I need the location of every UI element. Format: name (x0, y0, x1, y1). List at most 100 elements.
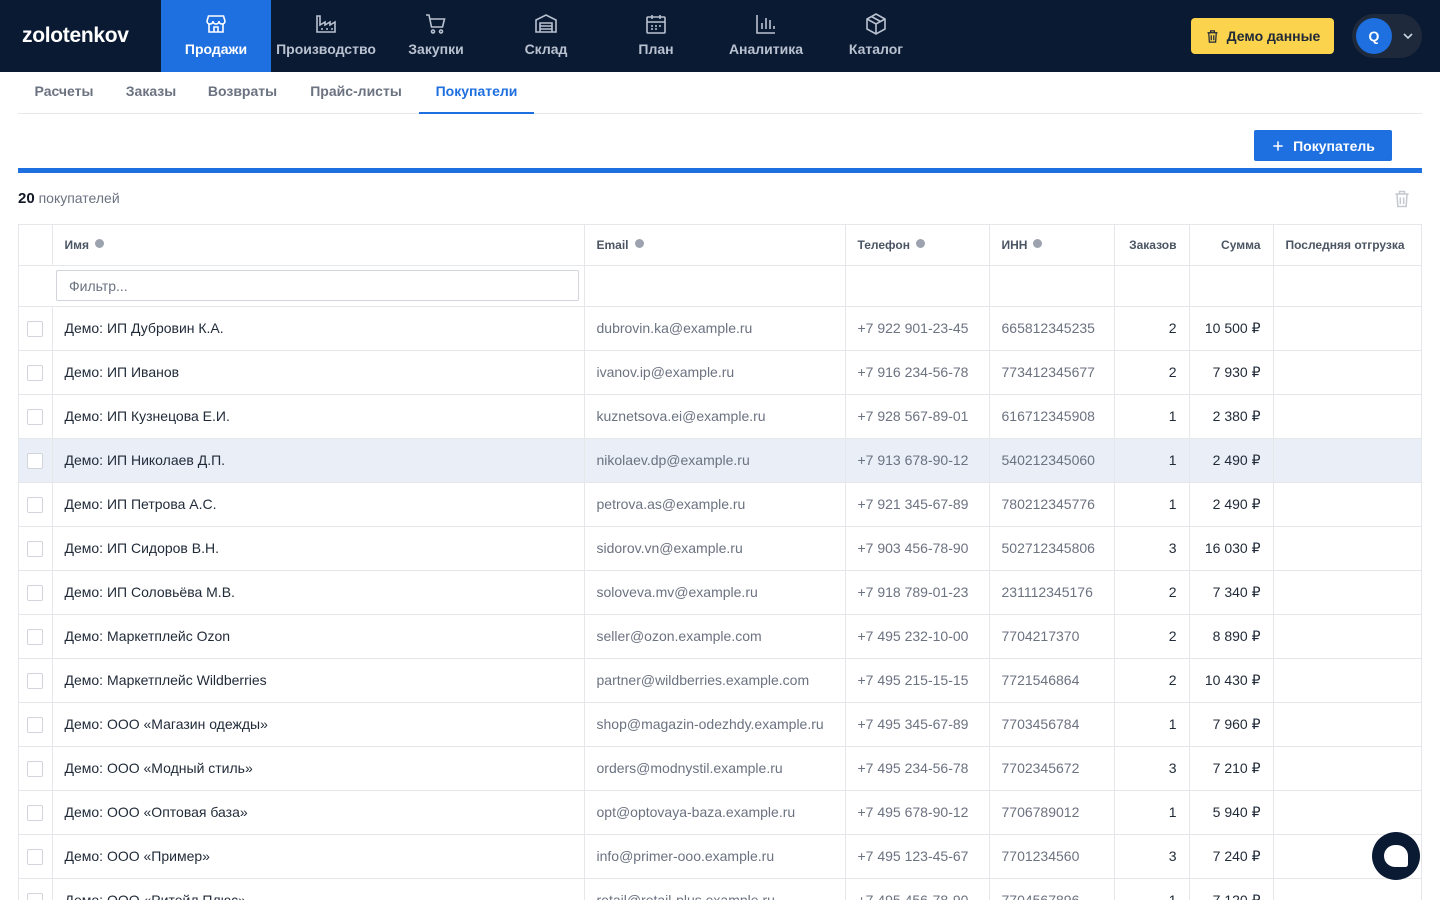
table-row[interactable]: Демо: Маркетплейс Ozon seller@ozon.exampl… (19, 614, 1421, 659)
customer-last-shipment (1273, 702, 1421, 747)
info-icon[interactable] (1033, 238, 1043, 248)
nav-item-sales[interactable]: Продажи (161, 0, 271, 72)
checkbox[interactable] (27, 364, 44, 381)
table-row[interactable]: Демо: ИП Кузнецова Е.И. kuznetsova.ei@exa… (19, 394, 1421, 439)
row-select-checkbox[interactable] (19, 834, 53, 879)
customer-email: info@primer-ooo.example.ru (584, 834, 846, 879)
customer-email: sidorov.vn@example.ru (584, 526, 846, 571)
row-select-checkbox[interactable] (19, 658, 53, 703)
customer-inn: 540212345060 (989, 438, 1115, 483)
info-icon[interactable] (915, 238, 925, 248)
row-select-checkbox[interactable] (19, 790, 53, 835)
nav-item-warehouse[interactable]: Склад (491, 0, 601, 72)
checkbox[interactable] (27, 760, 44, 777)
nav-item-production[interactable]: Производство (271, 0, 381, 72)
row-select-checkbox[interactable] (19, 526, 53, 571)
row-select-checkbox[interactable] (19, 350, 53, 395)
support-chat-button[interactable] (1372, 832, 1420, 880)
calendar-icon (644, 12, 668, 36)
customer-orders: 3 (1114, 746, 1190, 791)
nav-item-plan[interactable]: План (601, 0, 711, 72)
checkbox[interactable] (27, 408, 44, 425)
user-menu[interactable]: Q (1352, 14, 1422, 58)
customer-phone: +7 495 215-15-15 (845, 658, 990, 703)
checkbox[interactable] (27, 716, 44, 733)
checkbox[interactable] (27, 892, 44, 900)
checkbox[interactable] (27, 848, 44, 865)
checkbox[interactable] (27, 672, 44, 689)
customer-name: Демо: ООО «Оптовая база» (52, 790, 585, 835)
checkbox[interactable] (27, 540, 44, 557)
row-select-checkbox[interactable] (19, 614, 53, 659)
row-select-checkbox[interactable] (19, 306, 53, 351)
row-select-checkbox[interactable] (19, 394, 53, 439)
row-select-checkbox[interactable] (19, 702, 53, 747)
row-select-checkbox[interactable] (19, 878, 53, 900)
column-header-sum[interactable]: Сумма (1189, 225, 1274, 266)
chevron-down-icon (1403, 33, 1413, 40)
customer-last-shipment (1273, 790, 1421, 835)
checkbox[interactable] (27, 804, 44, 821)
table-row[interactable]: Демо: ИП Николаев Д.П. nikolaev.dp@exampl… (19, 438, 1421, 483)
table-header-row: Имя Email Телефон ИНН Заказов Сумма Посл… (19, 225, 1421, 266)
customer-inn: 773412345677 (989, 350, 1115, 395)
loading-bar (18, 168, 1422, 173)
customer-sum: 7 930 ₽ (1189, 350, 1274, 395)
table-row[interactable]: Демо: ООО «Магазин одежды» shop@magazin-o… (19, 702, 1421, 747)
table-row[interactable]: Демо: ИП Сидоров В.Н. sidorov.vn@example.… (19, 526, 1421, 571)
tab-settlements[interactable]: Расчеты (18, 73, 110, 114)
nav-item-analytics[interactable]: Аналитика (711, 0, 821, 72)
checkbox[interactable] (27, 452, 44, 469)
bar-chart-icon (754, 12, 778, 36)
chat-bubble-icon (1384, 845, 1408, 867)
delete-selected-icon[interactable] (1392, 189, 1412, 209)
table-row[interactable]: Демо: ООО «Ритейл Плюс» retail@retail-plu… (19, 878, 1421, 900)
table-row[interactable]: Демо: ООО «Модный стиль» orders@modnystil… (19, 746, 1421, 791)
customer-sum: 7 120 ₽ (1189, 878, 1274, 900)
checkbox[interactable] (27, 628, 44, 645)
nav-item-catalog[interactable]: Каталог (821, 0, 931, 72)
info-icon[interactable] (634, 238, 644, 248)
table-row[interactable]: Демо: ИП Петрова А.С. petrova.as@example.… (19, 482, 1421, 527)
checkbox[interactable] (27, 584, 44, 601)
customer-email: opt@optovaya-baza.example.ru (584, 790, 846, 835)
row-select-checkbox[interactable] (19, 482, 53, 527)
table-row[interactable]: Демо: ООО «Оптовая база» opt@optovaya-baz… (19, 790, 1421, 835)
checkbox[interactable] (27, 320, 44, 337)
nav-label: Склад (524, 41, 568, 57)
customer-name: Демо: ИП Николаев Д.П. (52, 438, 585, 483)
tab-price-lists[interactable]: Прайс-листы (293, 73, 419, 114)
checkbox[interactable] (27, 496, 44, 513)
name-filter-input[interactable] (56, 270, 579, 301)
row-select-checkbox[interactable] (19, 570, 53, 615)
row-select-checkbox[interactable] (19, 746, 53, 791)
customer-orders: 2 (1114, 350, 1190, 395)
demo-data-button[interactable]: Демо данные (1191, 18, 1334, 54)
customer-inn: 502712345806 (989, 526, 1115, 571)
column-header-name[interactable]: Имя (52, 225, 585, 266)
column-header-email[interactable]: Email (584, 225, 846, 266)
customer-email: orders@modnystil.example.ru (584, 746, 846, 791)
column-header-last-shipment[interactable]: Последняя отгрузка (1273, 225, 1421, 266)
customer-name: Демо: ИП Кузнецова Е.И. (52, 394, 585, 439)
app-logo[interactable]: zolotenkov (22, 24, 129, 48)
tab-customers[interactable]: Покупатели (419, 73, 534, 114)
tab-orders[interactable]: Заказы (110, 73, 192, 114)
table-row[interactable]: Демо: ИП Дубровин К.А. dubrovin.ka@exampl… (19, 306, 1421, 351)
info-icon[interactable] (95, 238, 105, 248)
nav-item-purchases[interactable]: Закупки (381, 0, 491, 72)
add-customer-button[interactable]: Покупатель (1254, 130, 1392, 161)
table-row[interactable]: Демо: Маркетплейс Wildberries partner@wil… (19, 658, 1421, 703)
table-row[interactable]: Демо: ИП Иванов ivanov.ip@example.ru +7 91… (19, 350, 1421, 395)
column-header-inn[interactable]: ИНН (989, 225, 1115, 266)
column-header-orders[interactable]: Заказов (1114, 225, 1190, 266)
row-select-checkbox[interactable] (19, 438, 53, 483)
table-row[interactable]: Демо: ООО «Пример» info@primer-ooo.exampl… (19, 834, 1421, 879)
customers-table: Имя Email Телефон ИНН Заказов Сумма Посл… (18, 224, 1422, 900)
customer-count: 20 покупателей (18, 190, 120, 207)
demo-data-label: Демо данные (1226, 28, 1321, 44)
add-customer-label: Покупатель (1293, 137, 1375, 154)
table-row[interactable]: Демо: ИП Соловьёва М.В. soloveva.mv@examp… (19, 570, 1421, 615)
column-header-phone[interactable]: Телефон (845, 225, 990, 266)
tab-returns[interactable]: Возвраты (192, 73, 293, 114)
